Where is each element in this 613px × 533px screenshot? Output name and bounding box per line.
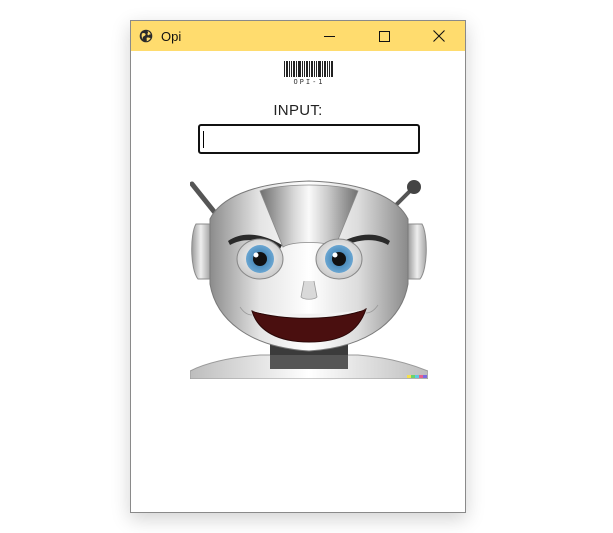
minimize-icon bbox=[323, 35, 335, 37]
title-bar[interactable]: Opi bbox=[131, 21, 465, 51]
app-window: Opi OPI-1 INPUT: bbox=[130, 20, 466, 513]
close-icon bbox=[433, 30, 445, 42]
input-field[interactable] bbox=[198, 124, 420, 154]
window-title: Opi bbox=[161, 29, 182, 44]
app-globe-icon bbox=[139, 29, 153, 43]
robot-face-image bbox=[190, 179, 428, 379]
minimize-button[interactable] bbox=[306, 21, 352, 51]
maximize-icon bbox=[378, 30, 390, 42]
barcode-label: OPI-1 bbox=[293, 78, 325, 86]
input-label: INPUT: bbox=[273, 102, 323, 119]
close-button[interactable] bbox=[416, 21, 462, 51]
maximize-button[interactable] bbox=[361, 21, 407, 51]
text-caret bbox=[203, 131, 204, 148]
